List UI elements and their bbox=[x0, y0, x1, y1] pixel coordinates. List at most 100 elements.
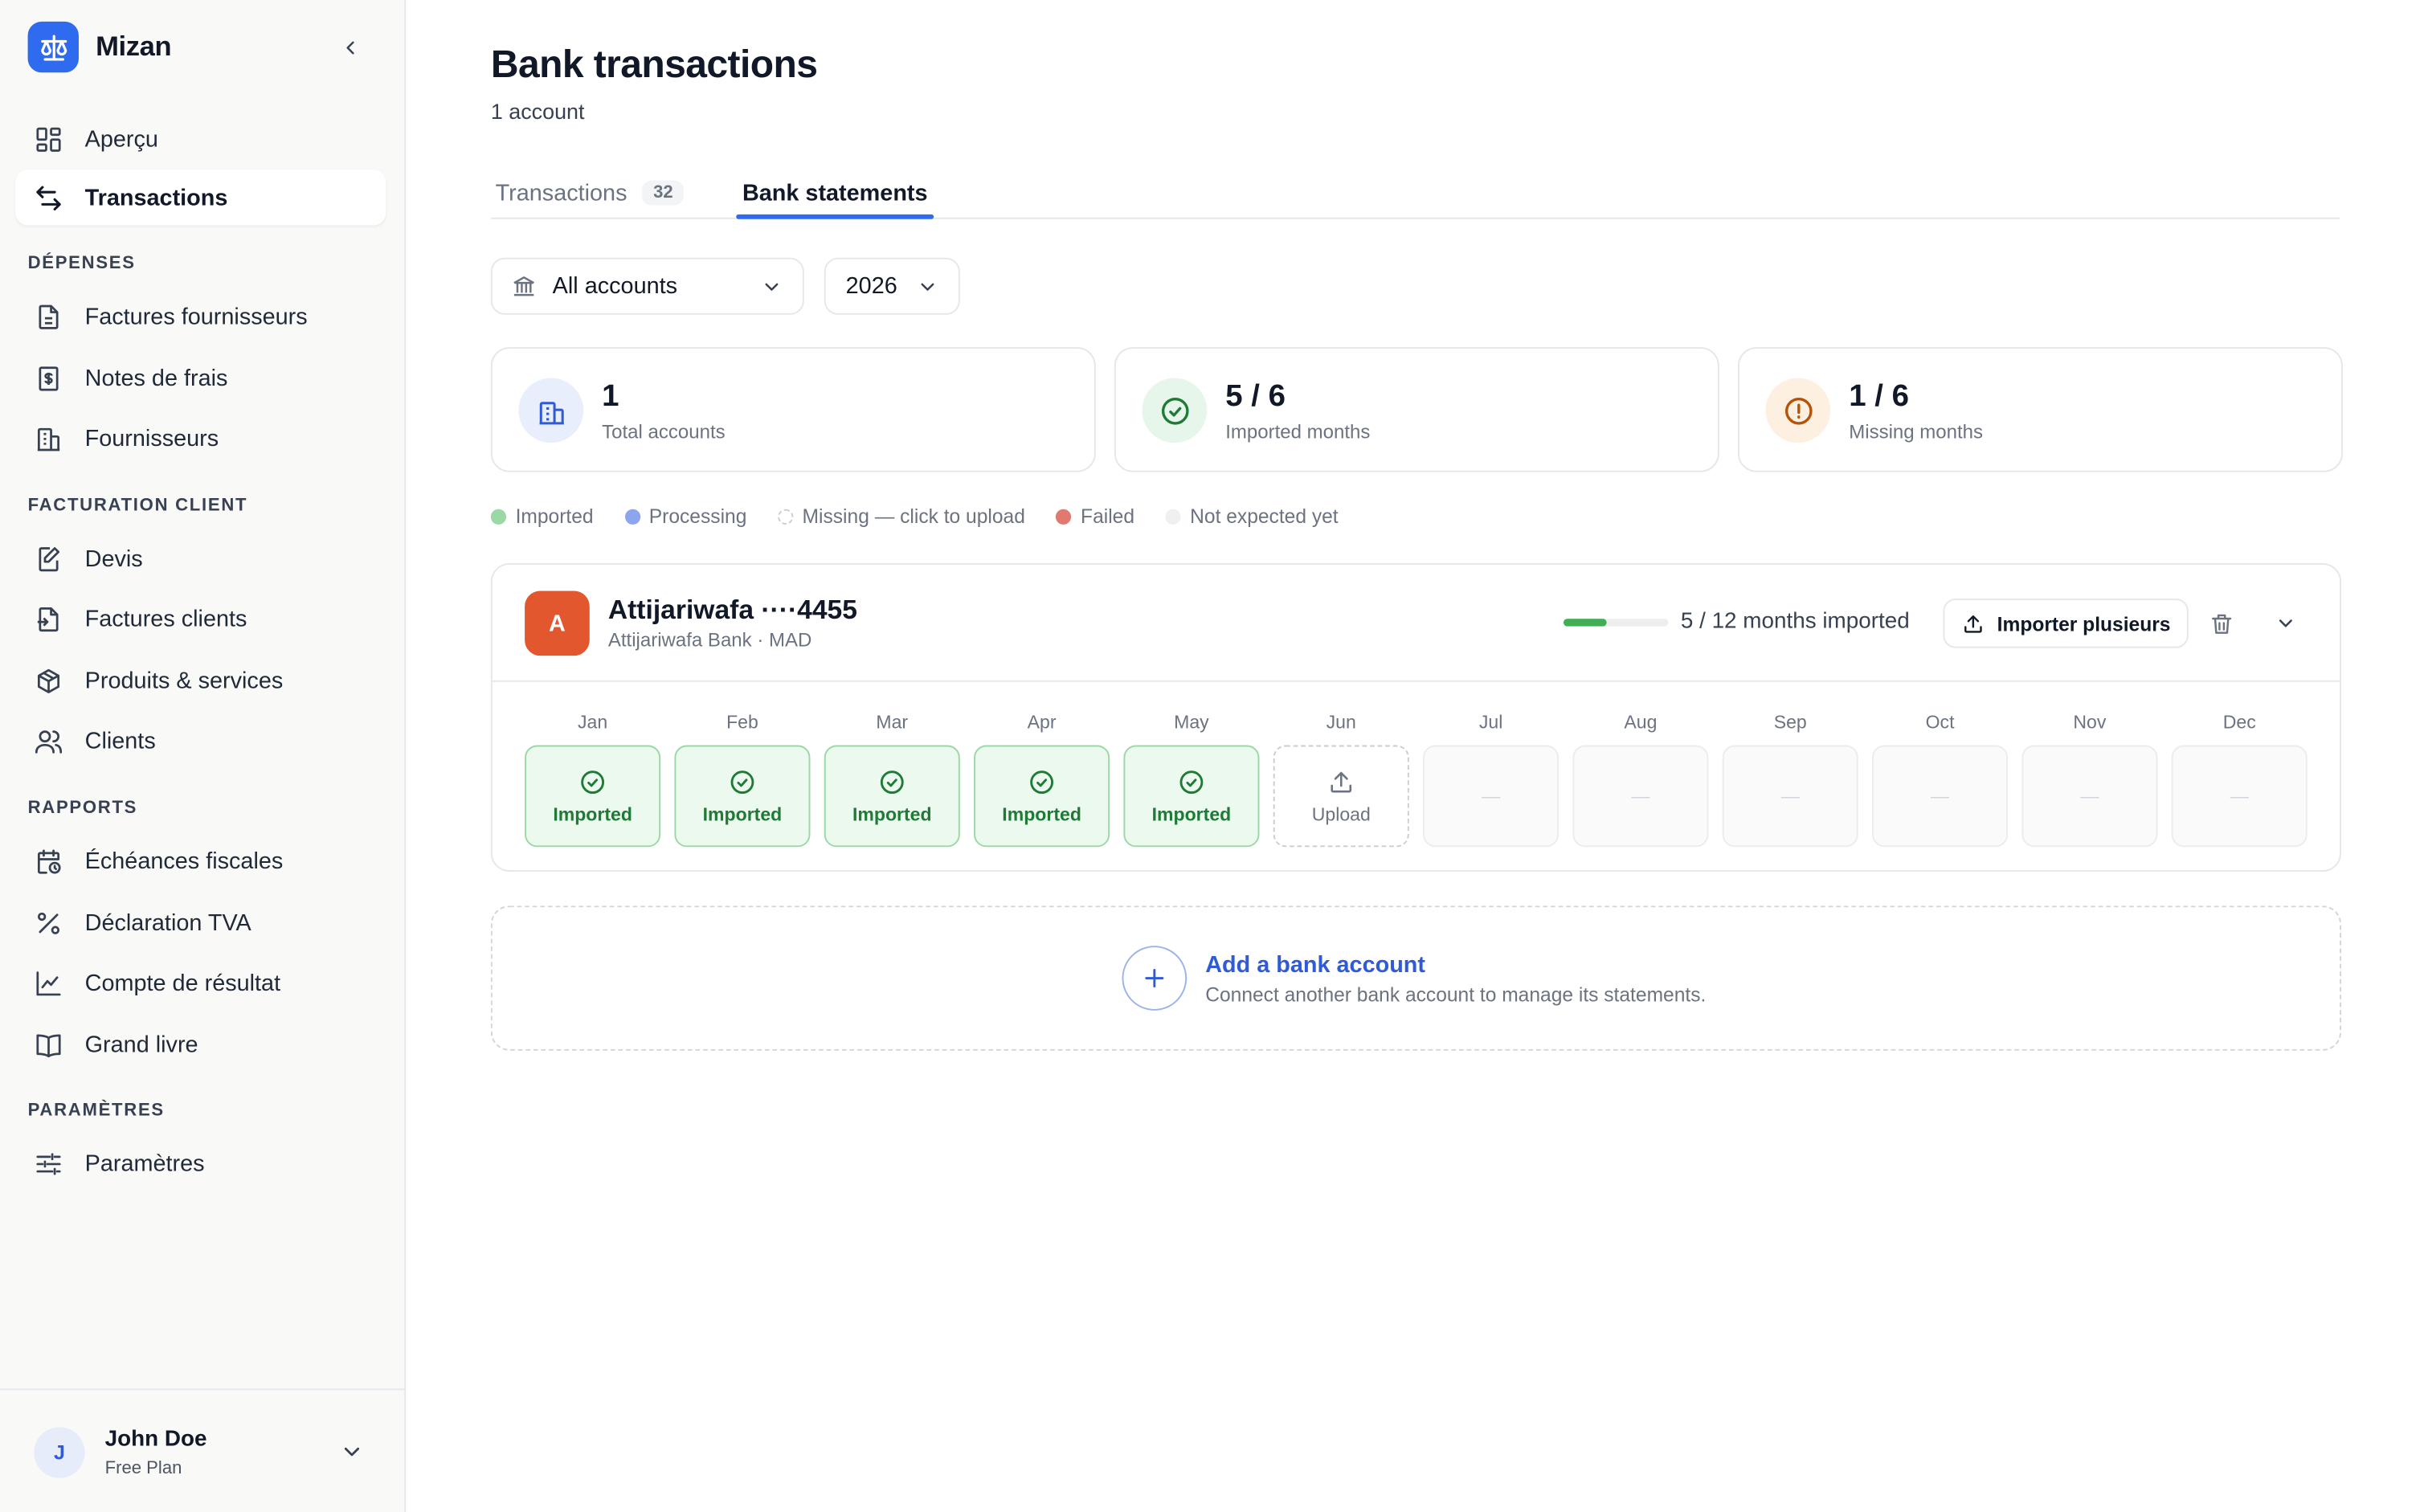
month-status-label: Imported bbox=[1151, 803, 1232, 825]
month-status-label: Imported bbox=[553, 803, 632, 825]
sidebar-item-transactions[interactable]: Transactions bbox=[15, 170, 386, 226]
brand[interactable]: Mizan bbox=[27, 21, 172, 73]
add-account-subtitle: Connect another bank account to manage i… bbox=[1205, 983, 1707, 1007]
stat-card-imported-months: 5 / 6 Imported months bbox=[1114, 347, 1719, 472]
stat-value: 1 / 6 bbox=[1849, 379, 1910, 414]
chevron-down-icon bbox=[2279, 619, 2292, 627]
sidebar-item-declaration-tva[interactable]: Déclaration TVA bbox=[15, 895, 386, 950]
page-subtitle: 1 account bbox=[490, 98, 585, 124]
sidebar-item-label: Échéances fiscales bbox=[84, 848, 284, 874]
sidebar-item-clients[interactable]: Clients bbox=[15, 713, 386, 768]
document-icon bbox=[39, 304, 59, 329]
box-icon bbox=[37, 668, 60, 693]
tab-bank-statements[interactable]: Bank statements bbox=[742, 166, 928, 219]
sliders-icon bbox=[36, 1152, 61, 1175]
stat-value: 1 bbox=[602, 379, 619, 414]
sidebar-item-label: Grand livre bbox=[84, 1031, 198, 1058]
account-select[interactable]: All accounts bbox=[490, 257, 804, 315]
month-cell-apr[interactable]: Imported bbox=[974, 745, 1110, 848]
year-select[interactable]: 2026 bbox=[824, 257, 960, 315]
add-bank-account-card[interactable]: Add a bank account Connect another bank … bbox=[490, 905, 2342, 1051]
month-cell-feb[interactable]: Imported bbox=[674, 745, 811, 848]
sidebar-item-parametres[interactable]: Paramètres bbox=[15, 1135, 386, 1191]
legend-item-not-expected: Not expected yet bbox=[1165, 505, 1339, 528]
delete-account-button[interactable] bbox=[2205, 608, 2236, 639]
sidebar-item-fournisseurs[interactable]: Fournisseurs bbox=[15, 411, 386, 466]
sidebar-item-label: Devis bbox=[84, 545, 143, 572]
month-status-label: Imported bbox=[702, 803, 783, 825]
tabs: Transactions 32 Bank statements bbox=[490, 148, 2340, 219]
sidebar-item-echeances-fiscales[interactable]: Échéances fiscales bbox=[15, 833, 386, 889]
year-select-value: 2026 bbox=[845, 272, 897, 300]
legend-dot bbox=[1056, 508, 1072, 524]
sidebar-item-label: Paramètres bbox=[84, 1150, 205, 1177]
page-title: Bank transactions bbox=[490, 43, 818, 87]
month-cell-jun[interactable]: Upload bbox=[1273, 745, 1409, 848]
stat-label: Imported months bbox=[1225, 421, 1371, 443]
add-account-button[interactable] bbox=[1122, 946, 1188, 1011]
account-select-value: All accounts bbox=[552, 272, 678, 300]
legend-dot bbox=[624, 508, 640, 524]
stat-label: Missing months bbox=[1849, 421, 1984, 443]
section-label-facturation-client: FACTURATION CLIENT bbox=[27, 497, 248, 516]
month-label: Aug bbox=[1624, 711, 1658, 734]
book-icon bbox=[36, 1033, 61, 1057]
month-cell-oct: — bbox=[1872, 745, 2009, 848]
month-status-label: Upload bbox=[1311, 803, 1371, 825]
sidebar-item-devis[interactable]: Devis bbox=[15, 531, 386, 586]
add-account-title[interactable]: Add a bank account bbox=[1205, 952, 1425, 979]
legend-item-failed: Failed bbox=[1056, 505, 1134, 528]
chevron-down-icon[interactable] bbox=[340, 1440, 365, 1465]
upload-icon bbox=[1327, 767, 1355, 795]
sidebar-item-label: Compte de résultat bbox=[84, 969, 281, 996]
alert-circle-icon bbox=[1765, 378, 1831, 443]
check-circle-icon bbox=[1028, 767, 1056, 795]
legend-dot bbox=[490, 508, 507, 524]
sidebar-item-factures-clients[interactable]: Factures clients bbox=[15, 591, 386, 647]
sidebar-item-apercu[interactable]: Aperçu bbox=[15, 111, 386, 166]
section-label-parametres: PARAMÈTRES bbox=[27, 1101, 165, 1121]
legend-dot bbox=[1165, 508, 1181, 524]
import-multiple-button[interactable]: Importer plusieurs bbox=[1943, 599, 2189, 648]
month-cell-dec: — bbox=[2171, 745, 2308, 848]
trash-icon bbox=[2211, 613, 2231, 633]
upload-icon bbox=[1964, 615, 1982, 632]
account-bank-line: Attijariwafa Bank · MAD bbox=[607, 629, 812, 652]
sidebar-item-compte-de-resultat[interactable]: Compte de résultat bbox=[15, 955, 386, 1011]
tab-transactions[interactable]: Transactions 32 bbox=[496, 166, 685, 219]
month-cell-may[interactable]: Imported bbox=[1123, 745, 1260, 848]
avatar: J bbox=[34, 1427, 85, 1478]
user-menu[interactable]: J John Doe Free Plan bbox=[0, 1388, 407, 1512]
sidebar-item-factures-fournisseurs[interactable]: Factures fournisseurs bbox=[15, 288, 386, 344]
month-cell-sep: — bbox=[1722, 745, 1858, 848]
sidebar-item-label: Factures clients bbox=[84, 605, 247, 632]
check-circle-icon bbox=[1142, 378, 1208, 443]
collapse-sidebar-button[interactable] bbox=[333, 31, 367, 64]
tab-label: Transactions bbox=[495, 179, 627, 206]
month-label: Apr bbox=[1027, 711, 1057, 734]
bank-icon bbox=[513, 276, 534, 296]
scale-logo-icon bbox=[27, 21, 79, 73]
dashboard-icon bbox=[36, 126, 61, 151]
month-cell-aug: — bbox=[1572, 745, 1709, 848]
sidebar-item-label: Clients bbox=[84, 727, 156, 754]
month-status-label: — bbox=[2230, 785, 2249, 807]
users-icon bbox=[35, 729, 63, 753]
month-cell-mar[interactable]: Imported bbox=[824, 745, 960, 848]
sidebar-item-produits-services[interactable]: Produits & services bbox=[15, 652, 386, 708]
month-label: Sep bbox=[1773, 711, 1807, 734]
active-tab-indicator bbox=[736, 214, 934, 219]
sidebar-item-grand-livre[interactable]: Grand livre bbox=[15, 1017, 386, 1073]
month-cell-jan[interactable]: Imported bbox=[525, 745, 661, 848]
check-circle-icon bbox=[578, 767, 607, 795]
status-legend: Imported Processing Missing — click to u… bbox=[490, 505, 1339, 528]
import-button-label: Importer plusieurs bbox=[1997, 611, 2171, 635]
calendar-clock-icon bbox=[37, 848, 61, 873]
month-label: May bbox=[1174, 711, 1209, 734]
month-label: Jun bbox=[1326, 711, 1356, 734]
month-status-label: — bbox=[2080, 785, 2099, 807]
sidebar-item-notes-de-frais[interactable]: Notes de frais bbox=[15, 350, 386, 406]
expand-account-button[interactable] bbox=[2271, 608, 2301, 639]
month-label: Nov bbox=[2073, 711, 2107, 734]
month-status-label: Imported bbox=[852, 803, 932, 825]
